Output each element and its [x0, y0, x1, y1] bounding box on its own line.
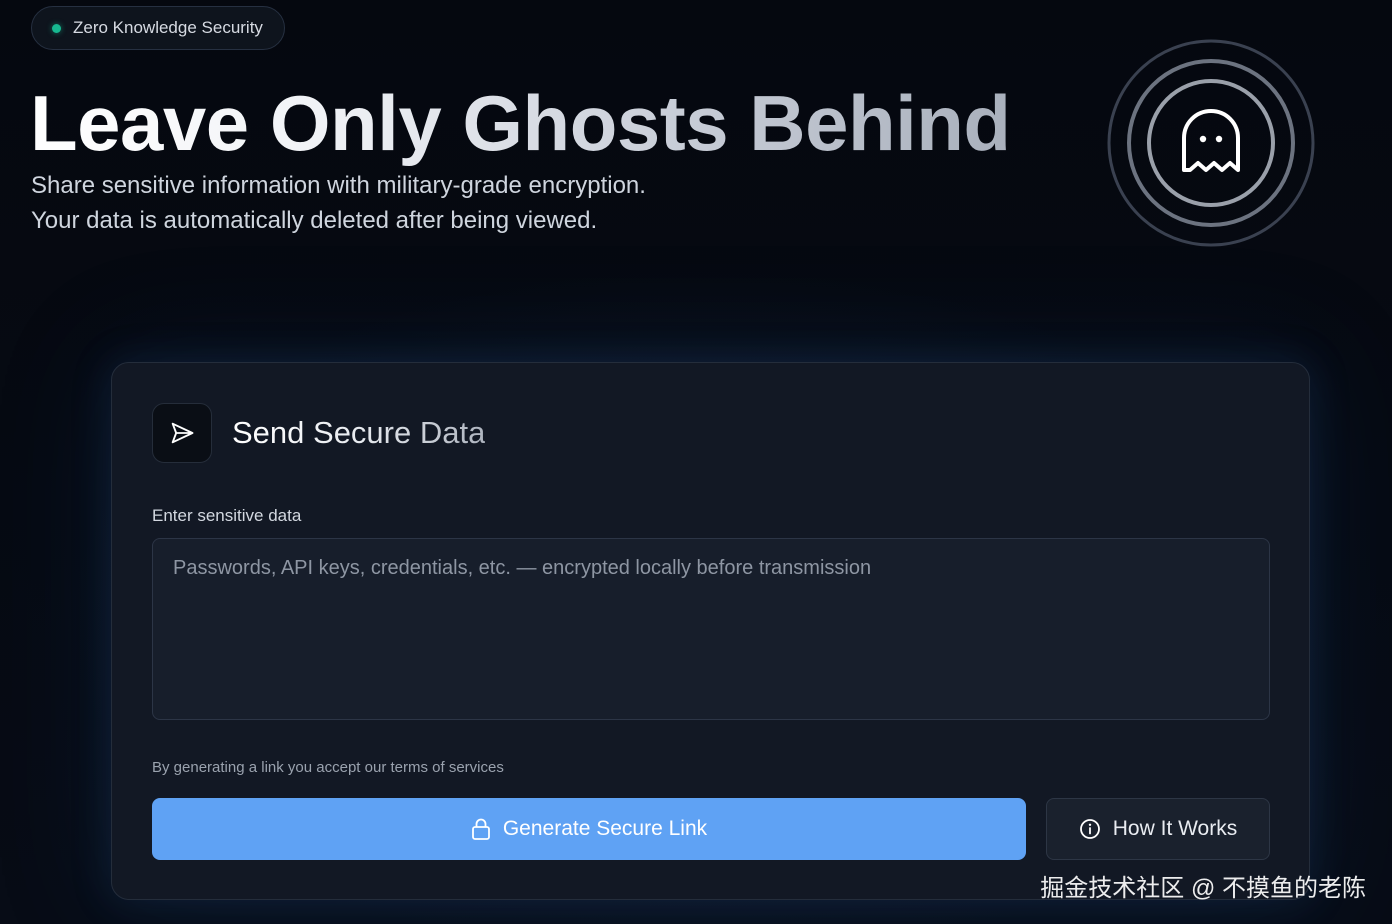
- status-dot: [52, 23, 61, 33]
- lock-icon: [471, 818, 490, 840]
- generate-link-label: Generate Secure Link: [502, 817, 708, 840]
- data-field-label: Enter sensitive data: [152, 506, 302, 525]
- hero-subtitle-line-2: Your data is automatically deleted after…: [31, 207, 598, 234]
- badge-label: Zero Knowledge Security: [73, 18, 263, 37]
- how-it-works-button[interactable]: How It Works: [1046, 798, 1270, 860]
- hero-title: Leave Only Ghosts Behind: [30, 79, 1011, 167]
- hero-subtitle: Share sensitive information with militar…: [31, 168, 646, 238]
- send-card: Send Secure Data Enter sensitive data By…: [111, 362, 1310, 900]
- security-badge: Zero Knowledge Security: [31, 6, 285, 50]
- card-title: Send Secure Data: [232, 415, 486, 450]
- terms-notice: By generating a link you accept our term…: [152, 759, 504, 776]
- ghost-emblem: [1106, 38, 1316, 248]
- how-it-works-label: How It Works: [1112, 817, 1238, 840]
- ghost-icon: [1107, 39, 1315, 247]
- generate-link-button[interactable]: Generate Secure Link: [152, 798, 1026, 860]
- send-icon-box: [152, 403, 212, 463]
- watermark: 掘金技术社区 @ 不摸鱼的老陈: [1040, 875, 1366, 902]
- hero-subtitle-line-1: Share sensitive information with militar…: [31, 172, 646, 199]
- send-icon: [171, 422, 194, 444]
- sensitive-data-input[interactable]: [152, 538, 1270, 720]
- info-icon: [1079, 819, 1100, 839]
